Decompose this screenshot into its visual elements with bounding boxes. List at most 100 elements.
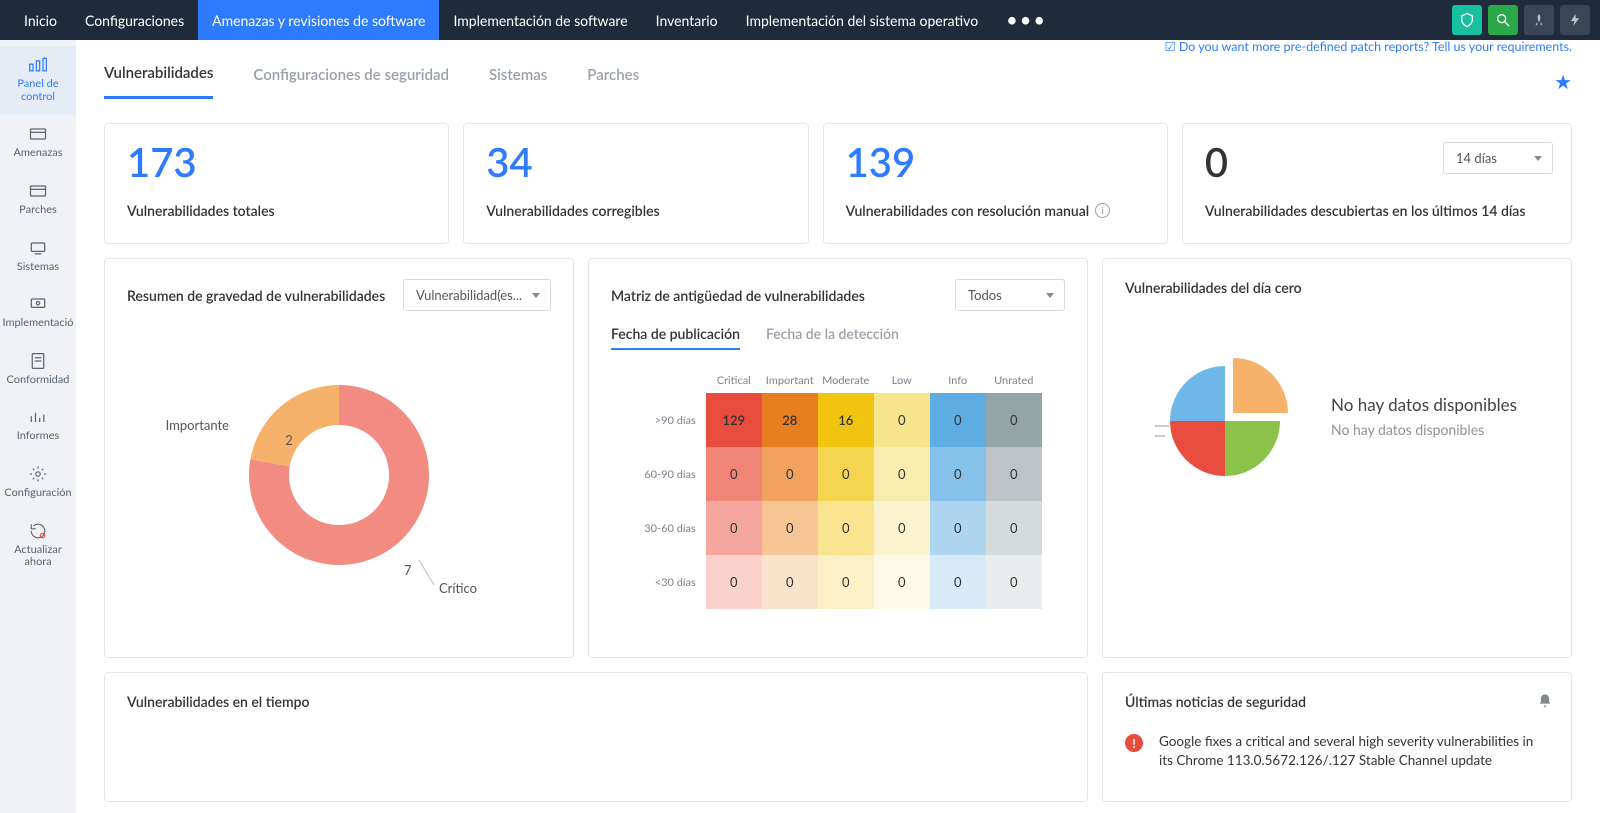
panel-trend-title: Vulnerabilidades en el tiempo [127, 693, 1065, 710]
matrix-cell[interactable]: 0 [986, 393, 1042, 447]
sidebar-item-sistemas[interactable]: Sistemas [0, 229, 76, 286]
donut-value-critico: 7 [404, 562, 412, 578]
severity-dropdown[interactable]: Vulnerabilidad(es... [403, 279, 551, 311]
compliance-icon [27, 352, 49, 370]
matrix-col-low: Low [874, 368, 930, 393]
matrix-cell[interactable]: 0 [818, 447, 874, 501]
matrix-cell[interactable]: 0 [986, 501, 1042, 555]
nav-inicio[interactable]: Inicio [10, 0, 71, 40]
deploy-icon [27, 295, 49, 313]
news-item-text: Google fixes a critical and several high… [1159, 732, 1549, 770]
matrix-cell[interactable]: 0 [706, 501, 762, 555]
matrix-cell[interactable]: 0 [930, 501, 986, 555]
matrix-cell[interactable]: 0 [874, 555, 930, 609]
matrix-row-60-90: 60-90 días [634, 447, 705, 501]
sidebar-item-actualizar[interactable]: Actualizar ahora [0, 512, 76, 581]
matrix-col-moderate: Moderate [818, 368, 874, 393]
matrix-cell[interactable]: 0 [986, 447, 1042, 501]
sidebar-item-configuracion[interactable]: Configuración [0, 455, 76, 512]
promo-link[interactable]: ☑ Do you want more pre-defined patch rep… [1164, 40, 1572, 54]
zeroday-msg-secondary: No hay datos disponibles [1331, 421, 1517, 438]
matrix-cell[interactable]: 0 [874, 501, 930, 555]
sidebar-item-implementacion[interactable]: Implementació [0, 285, 76, 342]
main-content: ☑ Do you want more pre-defined patch rep… [76, 40, 1600, 813]
sidebar-item-label: Sistemas [17, 261, 59, 274]
sidebar-item-amenazas[interactable]: Amenazas [0, 115, 76, 172]
news-item[interactable]: ! Google fixes a critical and several hi… [1125, 732, 1549, 770]
matrix-cell[interactable]: 0 [930, 447, 986, 501]
panel-severity-title: Resumen de gravedad de vulnerabilidades [127, 287, 385, 304]
matrix-cell[interactable]: 0 [818, 501, 874, 555]
tab-vulnerabilidades[interactable]: Vulnerabilidades [104, 64, 213, 99]
matrix-col-unrated: Unrated [986, 368, 1042, 393]
nav-inventario[interactable]: Inventario [642, 0, 732, 40]
nav-configuraciones[interactable]: Configuraciones [71, 0, 198, 40]
stat-total-label: Vulnerabilidades totales [127, 202, 426, 219]
matrix-cell[interactable]: 0 [762, 555, 818, 609]
nav-implementacion-software[interactable]: Implementación de software [439, 0, 641, 40]
sidebar-item-label: Actualizar ahora [2, 544, 74, 569]
matrix-cell[interactable]: 0 [930, 555, 986, 609]
days-dropdown[interactable]: 14 días [1443, 142, 1553, 174]
matrix-cell[interactable]: 0 [762, 501, 818, 555]
panel-trend: Vulnerabilidades en el tiempo [104, 672, 1088, 802]
zeroday-placeholder-chart [1155, 346, 1305, 486]
bolt-icon[interactable] [1560, 5, 1590, 35]
sidebar-item-label: Parches [19, 204, 57, 217]
matrix-dropdown[interactable]: Todos [955, 279, 1065, 311]
donut-value-importante: 2 [285, 432, 293, 448]
matrix-cell[interactable]: 0 [706, 447, 762, 501]
nav-more-icon[interactable]: ••• [992, 0, 1061, 40]
matrix-col-info: Info [930, 368, 986, 393]
bell-icon[interactable] [1537, 693, 1553, 712]
matrix-tab-deteccion[interactable]: Fecha de la detección [766, 325, 899, 350]
reports-icon [27, 408, 49, 426]
matrix-tab-publicacion[interactable]: Fecha de publicación [611, 325, 740, 350]
matrix-cell[interactable]: 0 [986, 555, 1042, 609]
panel-zeroday: Vulnerabilidades del día cero No h [1102, 258, 1572, 658]
sidebar-item-panel[interactable]: Panel de control [0, 46, 76, 115]
dashboard-icon [27, 56, 49, 74]
panel-news-title: Últimas noticias de seguridad [1125, 693, 1549, 710]
matrix-cell[interactable]: 16 [818, 393, 874, 447]
sidebar-item-informes[interactable]: Informes [0, 398, 76, 455]
sidebar-item-parches[interactable]: Parches [0, 172, 76, 229]
matrix-cell[interactable]: 0 [762, 447, 818, 501]
stat-manual-value: 139 [846, 142, 1145, 182]
matrix-cell[interactable]: 0 [874, 393, 930, 447]
refresh-icon [27, 522, 49, 540]
threat-icon [27, 125, 49, 143]
matrix-cell[interactable]: 28 [762, 393, 818, 447]
sidebar-item-label: Informes [17, 430, 60, 443]
info-icon[interactable]: i [1095, 203, 1110, 218]
panel-matrix: Matriz de antigüedad de vulnerabilidades… [588, 258, 1088, 658]
star-icon[interactable]: ★ [1554, 70, 1572, 94]
shield-icon[interactable] [1452, 5, 1482, 35]
tab-parches[interactable]: Parches [587, 66, 639, 98]
matrix-cell[interactable]: 129 [706, 393, 762, 447]
matrix-cell[interactable]: 0 [930, 393, 986, 447]
stat-fixable-value: 34 [486, 142, 785, 182]
sidebar-item-conformidad[interactable]: Conformidad [0, 342, 76, 399]
matrix-cell[interactable]: 0 [706, 555, 762, 609]
stat-total-value: 173 [127, 142, 426, 182]
sidebar-item-label: Panel de control [2, 78, 74, 103]
search-icon[interactable] [1488, 5, 1518, 35]
matrix-cell[interactable]: 0 [818, 555, 874, 609]
sidebar-item-label: Conformidad [7, 374, 70, 387]
sidebar-item-label: Implementació [2, 317, 73, 330]
top-nav: Inicio Configuraciones Amenazas y revisi… [0, 0, 1600, 40]
stat-card-recent: 14 días 0 Vulnerabilidades descubiertas … [1182, 123, 1572, 244]
donut-label-importante: Importante [166, 417, 230, 433]
stat-recent-label: Vulnerabilidades descubiertas en los últ… [1205, 202, 1549, 219]
zeroday-msg-primary: No hay datos disponibles [1331, 394, 1517, 415]
tab-configuraciones-seguridad[interactable]: Configuraciones de seguridad [253, 66, 449, 98]
nav-amenazas[interactable]: Amenazas y revisiones de software [198, 0, 439, 40]
tab-sistemas[interactable]: Sistemas [489, 66, 547, 98]
nav-implementacion-so[interactable]: Implementación del sistema operativo [732, 0, 993, 40]
sidebar-item-label: Configuración [4, 487, 71, 500]
gear-icon [27, 465, 49, 483]
stat-card-fixable: 34 Vulnerabilidades corregibles [463, 123, 808, 244]
rocket-icon[interactable] [1524, 5, 1554, 35]
matrix-cell[interactable]: 0 [874, 447, 930, 501]
